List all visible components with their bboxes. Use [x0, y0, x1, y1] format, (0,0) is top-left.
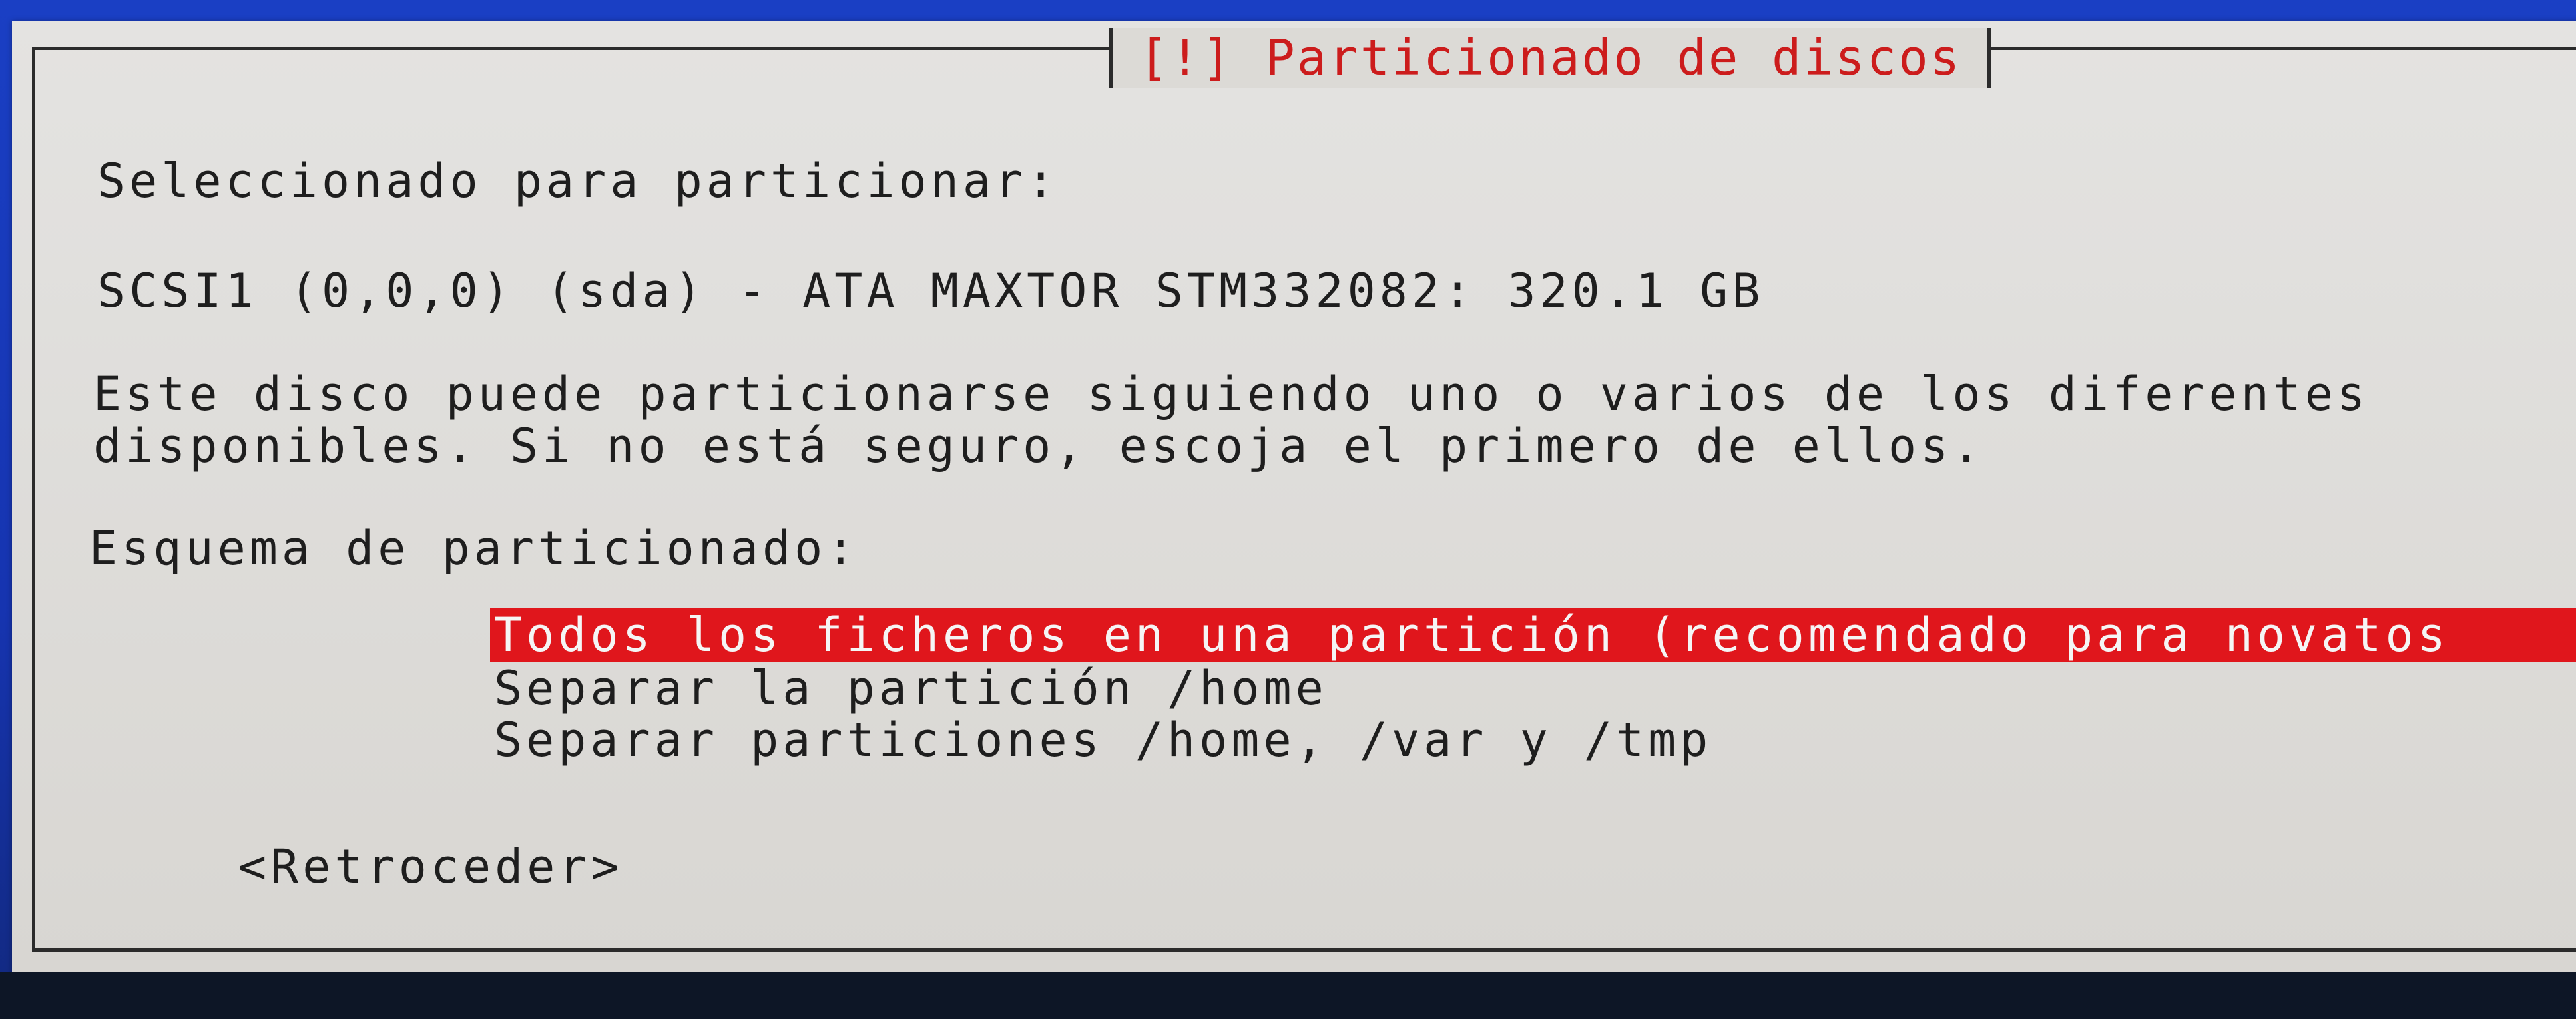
- back-button[interactable]: <Retroceder>: [238, 840, 623, 893]
- option-separate-home[interactable]: Separar la partición /home: [490, 662, 1328, 715]
- scheme-label: Esquema de particionado:: [89, 521, 859, 576]
- description-line-2: disponibles. Si no está seguro, escoja e…: [93, 419, 1985, 473]
- dialog-title: [!] Particionado de discos: [1139, 29, 1962, 87]
- disk-info: SCSI1 (0,0,0) (sda) - ATA MAXTOR STM3320…: [97, 264, 1764, 318]
- option-separate-home-var-tmp[interactable]: Separar particiones /home, /var y /tmp: [490, 713, 1712, 767]
- screen-bottom-edge: [0, 972, 2576, 1019]
- selected-label: Seleccionado para particionar:: [97, 154, 1059, 208]
- option-all-files-one-partition[interactable]: Todos los ficheros en una partición (rec…: [490, 608, 2576, 662]
- installer-screen: [!] Particionado de discos Seleccionado …: [0, 0, 2576, 1019]
- partitioning-dialog: [!] Particionado de discos Seleccionado …: [12, 21, 2576, 980]
- description-line-1: Este disco puede particionarse siguiendo…: [93, 367, 2370, 421]
- dialog-title-box: [!] Particionado de discos: [1109, 28, 1991, 88]
